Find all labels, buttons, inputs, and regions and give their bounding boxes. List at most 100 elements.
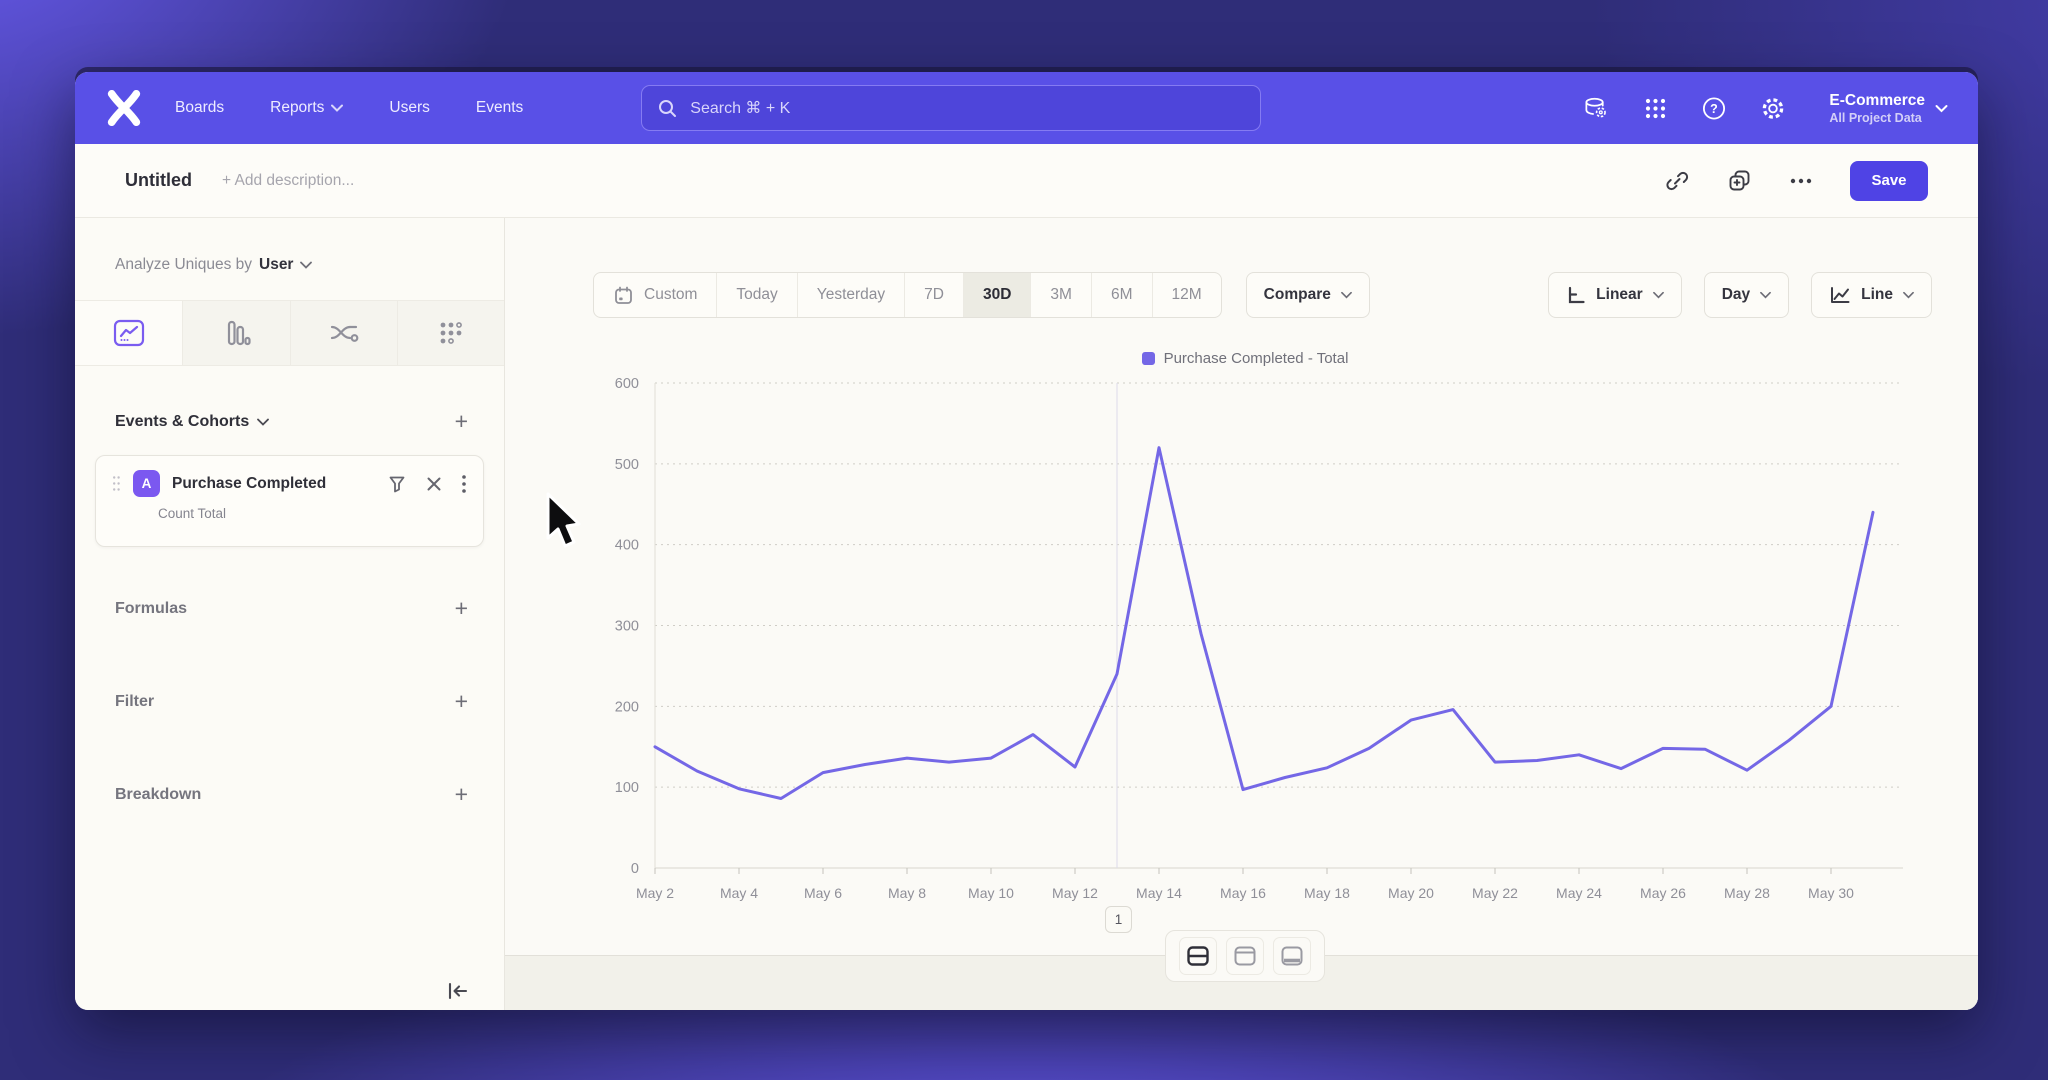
range-6m[interactable]: 6M <box>1091 273 1152 317</box>
search-input[interactable]: Search ⌘ + K <box>641 85 1261 131</box>
scale-dropdown[interactable]: Linear <box>1548 272 1682 318</box>
compare-dropdown[interactable]: Compare <box>1246 272 1370 318</box>
chevron-down-icon <box>331 104 343 112</box>
nav-item-label: Users <box>389 99 429 117</box>
chart-type-dropdown[interactable]: Line <box>1811 272 1932 318</box>
tab-retention[interactable] <box>397 301 504 365</box>
save-button[interactable]: Save <box>1850 161 1928 201</box>
section-label: Formulas <box>115 600 187 618</box>
range-yesterday[interactable]: Yesterday <box>797 273 904 317</box>
layout-bottom-icon <box>1280 945 1304 967</box>
nav-item-reports[interactable]: Reports <box>270 99 343 117</box>
report-header: Untitled + Add description... Sa <box>75 144 1978 218</box>
add-description-field[interactable]: + Add description... <box>222 172 354 190</box>
help-icon[interactable]: ? <box>1701 95 1727 121</box>
more-vertical-icon[interactable] <box>461 474 467 494</box>
layout-top-button[interactable] <box>1226 937 1264 975</box>
tab-bar-chart[interactable] <box>182 301 289 365</box>
event-metric[interactable]: Count Total <box>158 506 467 521</box>
chevron-down-icon[interactable] <box>300 261 312 269</box>
section-label: Events & Cohorts <box>115 413 249 431</box>
nav-item-users[interactable]: Users <box>389 99 429 117</box>
chevron-down-icon <box>1760 291 1771 299</box>
report-title[interactable]: Untitled <box>125 170 192 191</box>
nav-menu: Boards Reports Users Events <box>175 99 523 117</box>
chart-type-tabs <box>75 300 504 366</box>
calendar-icon <box>613 285 634 306</box>
collapse-sidebar-icon[interactable] <box>444 978 472 1004</box>
remove-event-icon[interactable] <box>426 476 442 492</box>
range-label: Custom <box>644 286 697 304</box>
layout-split-button[interactable] <box>1179 937 1217 975</box>
nav-item-label: Events <box>476 99 523 117</box>
range-3m[interactable]: 3M <box>1030 273 1091 317</box>
x-tick-label: May 10 <box>968 885 1014 901</box>
search-placeholder: Search ⌘ + K <box>690 98 790 118</box>
project-selector[interactable]: E-Commerce All Project Data <box>1829 91 1948 124</box>
range-custom[interactable]: Custom <box>594 273 716 317</box>
copy-link-icon[interactable] <box>1664 168 1690 194</box>
y-tick-label: 400 <box>615 538 639 554</box>
chart-panel: Custom Today Yesterday 7D 30D 3M 6M 12M … <box>505 218 1978 1010</box>
range-today[interactable]: Today <box>716 273 796 317</box>
chevron-down-icon <box>1903 291 1914 299</box>
add-event-button[interactable]: + <box>455 410 468 433</box>
add-breakdown-button[interactable]: + <box>455 783 468 806</box>
app-window: Boards Reports Users Events Search ⌘ + K <box>75 72 1978 1010</box>
compare-label: Compare <box>1264 286 1331 304</box>
page-indicator[interactable]: 1 <box>1105 906 1132 933</box>
chart-type-label: Line <box>1861 286 1893 304</box>
range-7d[interactable]: 7D <box>904 273 963 317</box>
y-tick-label: 600 <box>615 376 639 392</box>
project-subtitle: All Project Data <box>1829 111 1925 125</box>
search-icon <box>658 99 677 118</box>
range-30d[interactable]: 30D <box>963 273 1030 317</box>
event-card[interactable]: A Purchase Completed Count T <box>95 455 484 547</box>
y-tick-label: 500 <box>615 457 639 473</box>
x-tick-label: May 18 <box>1304 885 1350 901</box>
settings-gear-icon[interactable] <box>1760 95 1786 121</box>
layout-bottom-button[interactable] <box>1273 937 1311 975</box>
content: Analyze Uniques by User <box>75 218 1978 1010</box>
chevron-down-icon <box>257 418 269 426</box>
tab-flow[interactable] <box>290 301 397 365</box>
chart-legend[interactable]: Purchase Completed - Total <box>560 350 1930 367</box>
analyze-label: Analyze Uniques by <box>115 256 252 274</box>
nav-item-events[interactable]: Events <box>476 99 523 117</box>
duplicate-icon[interactable] <box>1726 168 1752 194</box>
analyze-uniques-row: Analyze Uniques by User <box>115 256 312 274</box>
add-formula-button[interactable]: + <box>455 597 468 620</box>
add-filter-button[interactable]: + <box>455 690 468 713</box>
section-label: Filter <box>115 693 154 711</box>
x-tick-label: May 16 <box>1220 885 1266 901</box>
chevron-down-icon <box>1935 104 1948 113</box>
y-tick-label: 100 <box>615 780 639 796</box>
apps-grid-icon[interactable] <box>1642 95 1668 121</box>
data-management-icon[interactable] <box>1583 95 1609 121</box>
filter-funnel-icon[interactable] <box>387 474 407 494</box>
screen: { "navbar": { "items": ["Boards", "Repor… <box>0 0 2048 1080</box>
interval-dropdown[interactable]: Day <box>1704 272 1789 318</box>
series-line <box>655 448 1873 799</box>
nav-item-boards[interactable]: Boards <box>175 99 224 117</box>
events-cohorts-section: Events & Cohorts + <box>115 410 468 433</box>
x-tick-label: May 24 <box>1556 885 1602 901</box>
events-cohorts-title[interactable]: Events & Cohorts <box>115 413 269 431</box>
layout-split-icon <box>1186 945 1210 967</box>
mixpanel-logo-icon[interactable] <box>105 89 149 127</box>
dots-grid-icon <box>436 318 466 348</box>
svg-text:?: ? <box>1711 102 1719 116</box>
x-tick-label: May 28 <box>1724 885 1770 901</box>
drag-handle-icon[interactable] <box>112 475 121 492</box>
range-12m[interactable]: 12M <box>1152 273 1221 317</box>
layout-toggle-group <box>1165 930 1325 982</box>
query-sidebar: Analyze Uniques by User <box>75 218 505 1010</box>
more-options-icon[interactable] <box>1788 168 1814 194</box>
tab-insights-line[interactable] <box>75 301 182 365</box>
interval-label: Day <box>1722 286 1750 304</box>
x-tick-label: May 2 <box>636 885 674 901</box>
nav-item-label: Reports <box>270 99 324 117</box>
event-name[interactable]: Purchase Completed <box>172 475 326 493</box>
analyze-value-dropdown[interactable]: User <box>259 256 293 274</box>
bar-chart-icon <box>220 318 252 348</box>
